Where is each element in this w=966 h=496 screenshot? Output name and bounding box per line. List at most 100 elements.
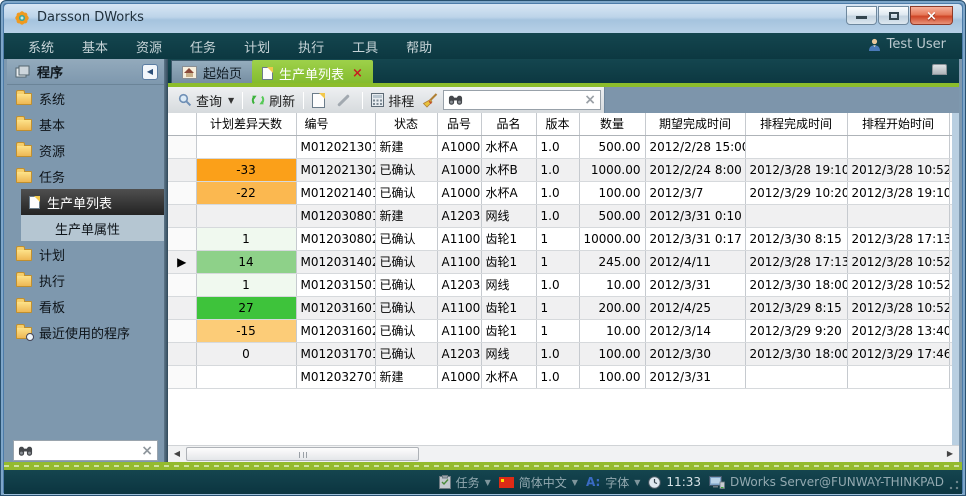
menu-item-5[interactable]: 执行 [284,33,338,60]
status-task[interactable]: 任务 ▼ [439,474,491,491]
china-flag-icon [499,477,514,488]
sidebar-item-7[interactable]: 执行 [7,267,164,293]
sidebar-item-9[interactable]: 最近使用的程序 [7,319,164,345]
sidebar-item-1[interactable]: 基本 [7,111,164,137]
row-selector[interactable] [168,227,196,250]
column-header-1[interactable]: 编号 [296,113,375,135]
column-header-9[interactable]: 排程开始时间 [847,113,949,135]
edit-button[interactable] [329,97,358,104]
row-selector[interactable] [168,273,196,296]
row-selector[interactable] [168,181,196,204]
status-server[interactable]: DWorks Server@FUNWAY-THINKPAD [709,475,944,489]
status-language[interactable]: 简体中文 ▼ [499,474,578,491]
toolbar-search-input[interactable] [463,93,584,107]
table-row-4[interactable]: 1M012030802已确认A11001齿轮1110000.002012/3/3… [168,227,959,250]
table-row-0[interactable]: M012021301新建A10001水杯A1.0500.002012/2/28 … [168,135,959,158]
table-row-9[interactable]: 0M012031701已确认A12031网线1.0100.002012/3/30… [168,342,959,365]
pin-panel-icon[interactable] [932,64,947,75]
sidebar-search[interactable]: × [13,440,158,461]
table-row-7[interactable]: 27M012031601已确认A11001齿轮11200.002012/4/25… [168,296,959,319]
column-header-2[interactable]: 状态 [375,113,437,135]
scrollbar-thumb[interactable] [186,447,419,461]
query-button[interactable]: 查询 ▼ [174,89,238,112]
user-area[interactable]: Test User [868,37,946,52]
column-header-3[interactable]: 品号 [437,113,481,135]
menu-item-2[interactable]: 资源 [122,33,176,60]
table-row-8[interactable]: -15M012031602已确认A11001齿轮1110.002012/3/14… [168,319,959,342]
horizontal-scrollbar[interactable]: ◀ ▶ [168,445,959,462]
table-row-2[interactable]: -22M012021401已确认A10001水杯A1.0100.002012/3… [168,181,959,204]
sidebar-item-4[interactable]: 生产单列表 [21,189,164,215]
column-header-7[interactable]: 期望完成时间 [645,113,745,135]
column-header-6[interactable]: 数量 [579,113,645,135]
font-dropdown-icon[interactable]: ▼ [634,478,640,487]
sidebar-item-2[interactable]: 资源 [7,137,164,163]
sidebar-item-8[interactable]: 看板 [7,293,164,319]
status-font[interactable]: A: 字体 ▼ [586,474,640,491]
menu-item-7[interactable]: 帮助 [392,33,446,60]
sidebar-item-0[interactable]: 系统 [7,85,164,111]
table-row-5[interactable]: ▶14M012031402已确认A11001齿轮11245.002012/4/1… [168,250,959,273]
row-selector[interactable] [168,296,196,319]
column-header-4[interactable]: 品名 [481,113,536,135]
cell-sched_end: 2012/3/30 18:00 [745,273,847,296]
row-selector[interactable] [168,342,196,365]
language-dropdown-icon[interactable]: ▼ [572,478,578,487]
new-button[interactable] [308,91,329,110]
cell-expect: 2012/3/30 [645,342,745,365]
resize-grip-icon[interactable] [949,480,959,490]
menu-item-1[interactable]: 基本 [68,33,122,60]
menu-item-0[interactable]: 系统 [14,33,68,60]
column-header-5[interactable]: 版本 [536,113,579,135]
cell-code: M012031602 [296,319,375,342]
table-row-3[interactable]: M012030801新建A12031网线1.0500.002012/3/31 0… [168,204,959,227]
menu-item-3[interactable]: 任务 [176,33,230,60]
table-row-6[interactable]: 1M012031501已确认A12031网线1.010.002012/3/312… [168,273,959,296]
menu-item-6[interactable]: 工具 [338,33,392,60]
cell-expect: 2012/4/11 [645,250,745,273]
row-selector[interactable] [168,135,196,158]
cell-item_no: A11001 [437,227,481,250]
query-dropdown-icon[interactable]: ▼ [228,96,234,105]
toolbar-search-clear-icon[interactable]: × [584,93,596,107]
refresh-button[interactable]: 刷新 [247,89,299,112]
cell-qty: 500.00 [579,135,645,158]
scroll-right-icon[interactable]: ▶ [942,446,958,462]
sidebar-item-3[interactable]: 任务 [7,163,164,189]
column-header-8[interactable]: 排程完成时间 [745,113,847,135]
table-row-1[interactable]: -33M012021302已确认A10002水杯B1.01000.002012/… [168,158,959,181]
close-icon: × [911,9,952,24]
scroll-left-icon[interactable]: ◀ [169,446,185,462]
window-title: Darsson DWorks [37,10,144,25]
maximize-button[interactable] [878,6,909,25]
sidebar-item-6[interactable]: 计划 [7,241,164,267]
row-selector[interactable] [168,204,196,227]
cell-item_name: 水杯A [481,181,536,204]
current-row-arrow-icon[interactable]: ▶ [168,250,196,273]
cell-status: 已确认 [375,319,437,342]
tab-close-icon[interactable]: × [352,67,363,80]
toolbar-search[interactable]: × [443,90,601,110]
toolbar: 查询 ▼ 刷新 [168,87,959,113]
minimize-button[interactable] [846,6,877,25]
table-row-10[interactable]: M012032701新建A10001水杯A1.0100.002012/3/31 [168,365,959,388]
cell-sched_start: 2012/3/28 17:13 [847,227,949,250]
row-selector[interactable] [168,319,196,342]
sidebar-search-clear-icon[interactable]: × [141,444,153,458]
task-dropdown-icon[interactable]: ▼ [485,478,491,487]
row-selector[interactable] [168,365,196,388]
sidebar-item-label: 执行 [39,271,65,290]
sidebar-item-5[interactable]: 生产单属性 [21,215,164,241]
schedule-button[interactable]: 排程 [367,89,418,112]
menu-item-4[interactable]: 计划 [230,33,284,60]
close-button[interactable]: × [910,6,953,25]
clean-button[interactable] [418,91,442,110]
cell-version: 1.0 [536,342,579,365]
row-selector[interactable] [168,158,196,181]
tab-start-page[interactable]: 起始页 [171,60,253,83]
status-time: 11:33 [666,475,701,489]
column-header-0[interactable]: 计划差异天数 [196,113,296,135]
accent-dashes [4,465,962,467]
cell-code: M012031601 [296,296,375,319]
sidebar-collapse-button[interactable]: ◀ [142,64,158,80]
